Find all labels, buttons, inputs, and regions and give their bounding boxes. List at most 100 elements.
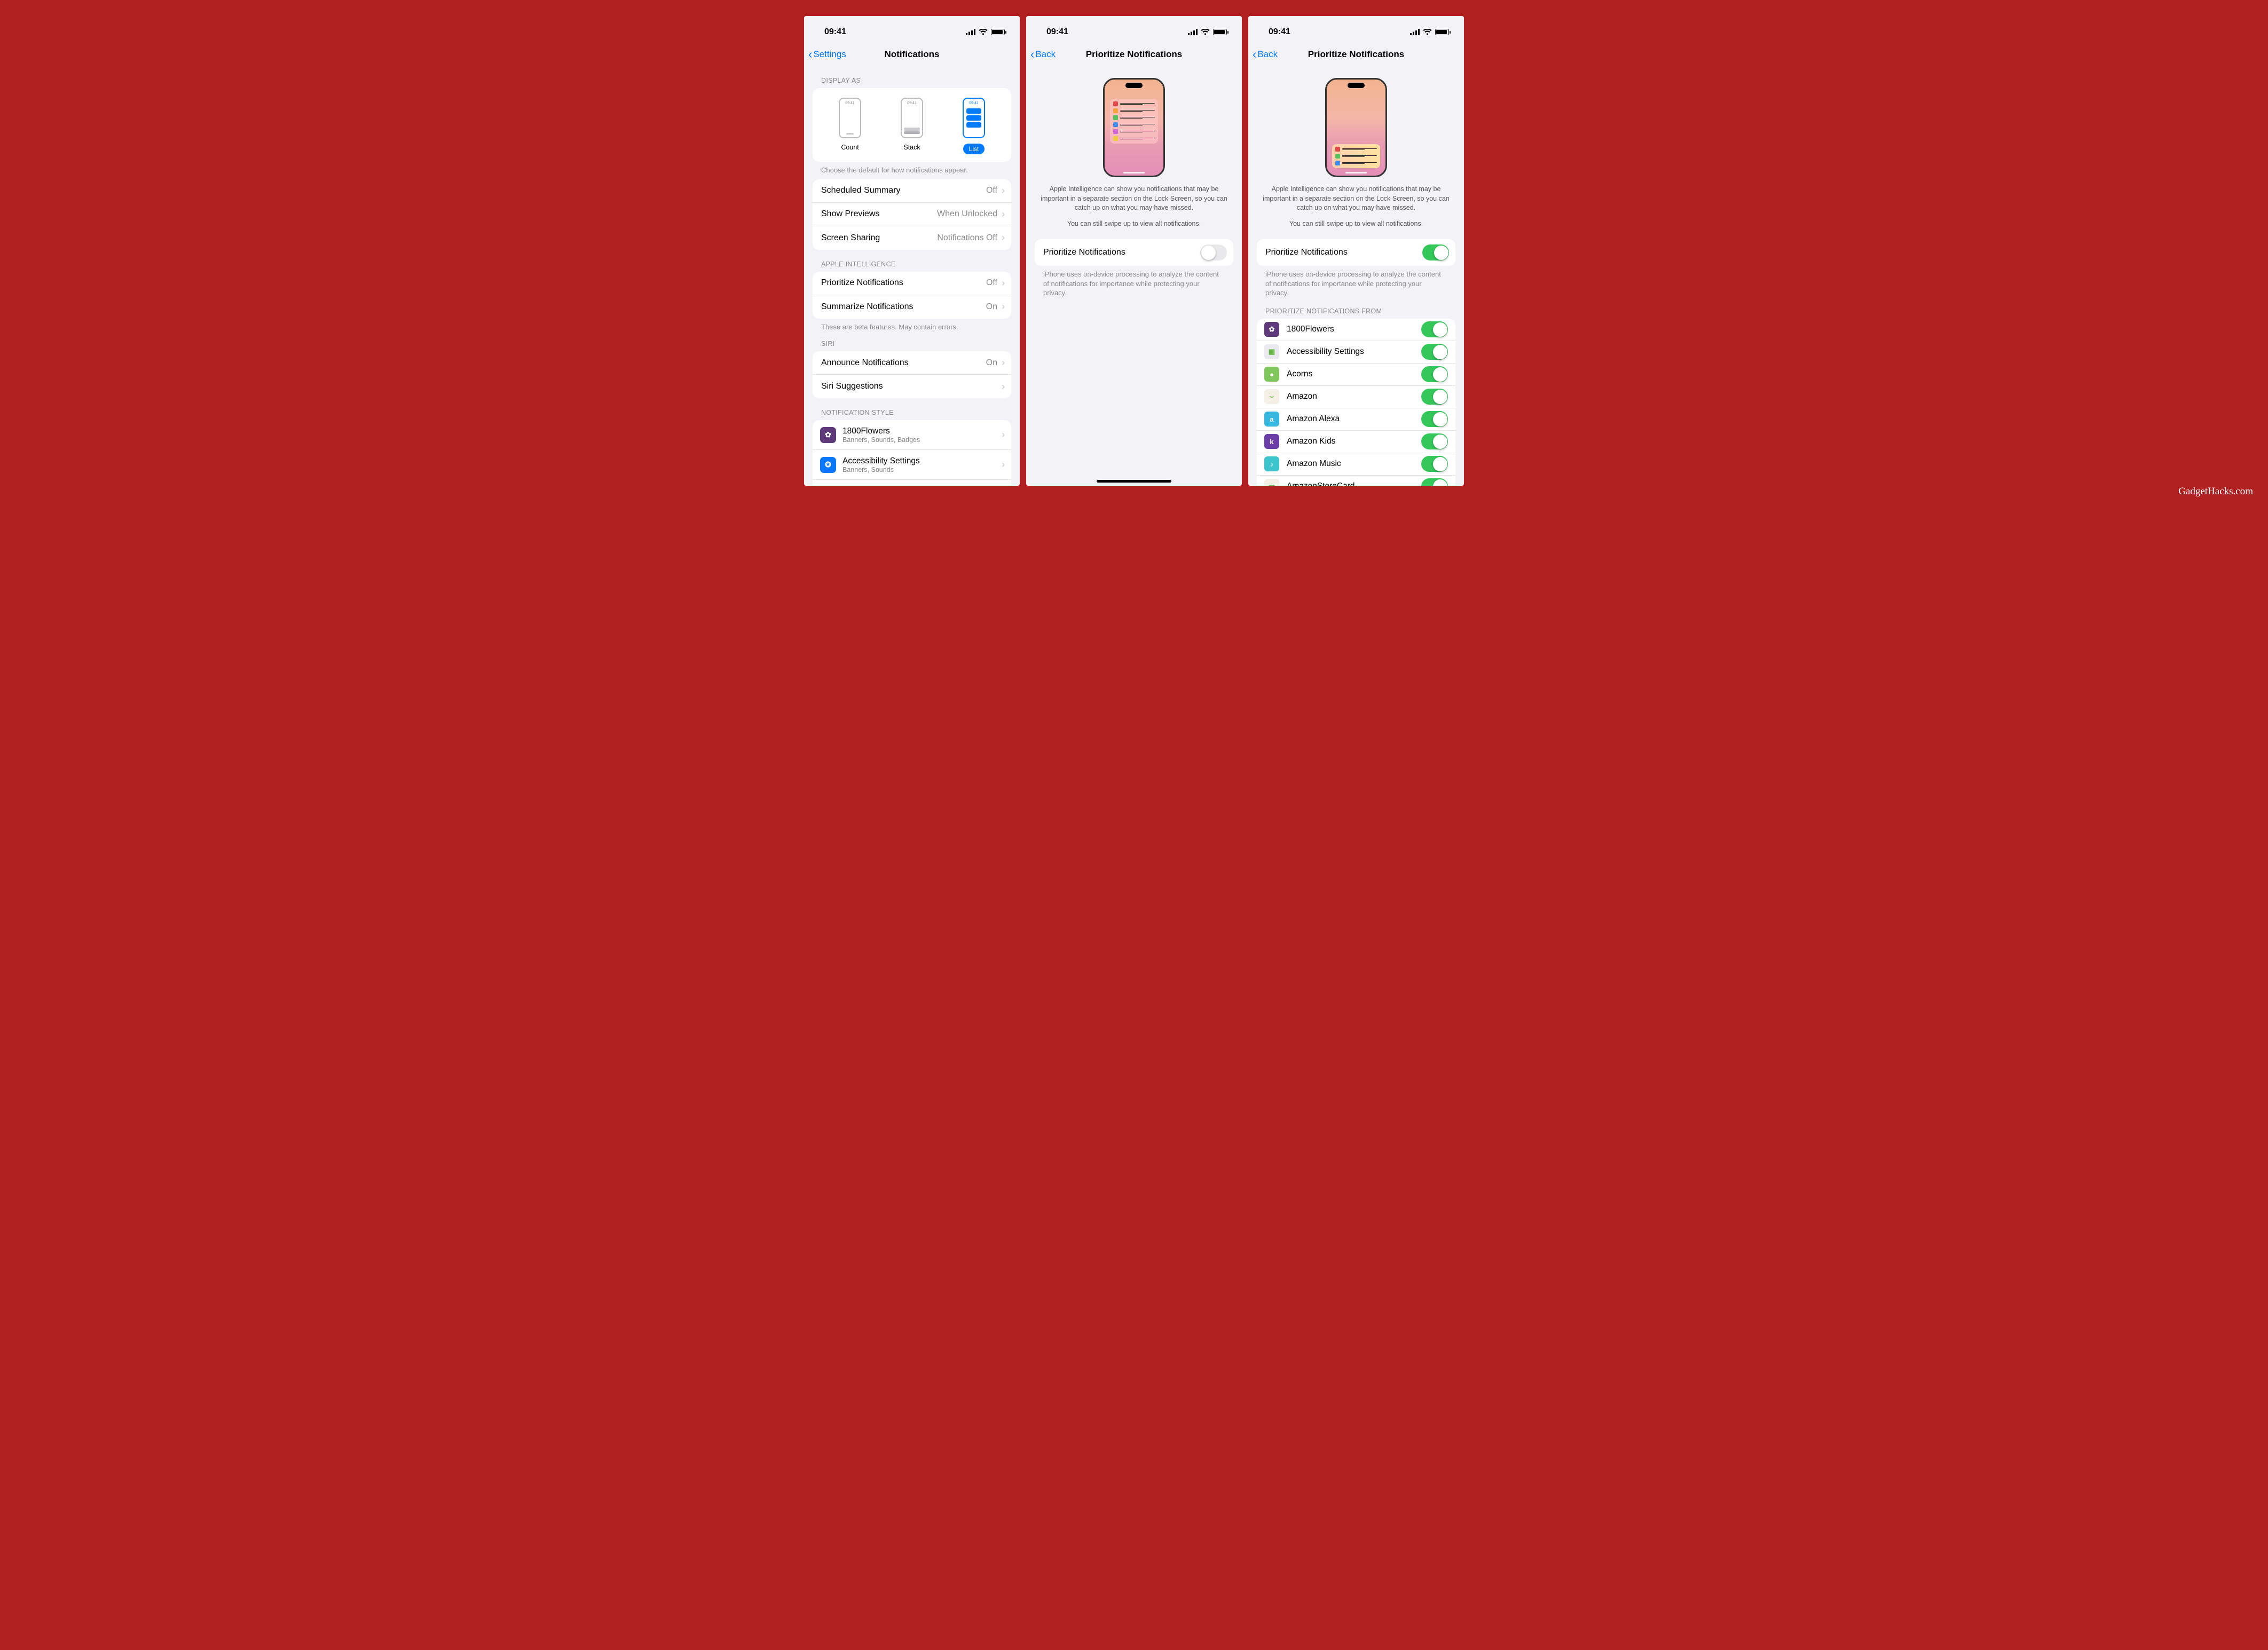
cellular-icon: [966, 29, 975, 35]
battery-icon: [1435, 29, 1449, 35]
app-toggle-row: ▭ AmazonStoreCard: [1257, 476, 1455, 486]
app-name: Amazon Alexa: [1287, 414, 1421, 424]
app-name: Acorns: [1287, 369, 1421, 379]
apps-list: ✿1800Flowers▦Accessibility Settings●Acor…: [1257, 319, 1455, 486]
row-announce-notifications[interactable]: Announce Notifications On ›: [813, 351, 1011, 375]
row-screen-sharing[interactable]: Screen Sharing Notifications Off ›: [813, 226, 1011, 250]
app-name: AmazonStoreCard: [1287, 481, 1421, 486]
mini-phone-count: 09:41: [839, 98, 861, 138]
app-name: Amazon Music: [1287, 459, 1421, 469]
nav-bar: ‹ Back Prioritize Notifications: [1026, 43, 1242, 66]
app-row-acorns[interactable]: ● Acorns ›: [813, 480, 1011, 486]
app-toggle[interactable]: [1421, 321, 1448, 337]
chevron-right-icon: ›: [1002, 232, 1005, 243]
app-icon: ♪: [1264, 456, 1279, 471]
display-option-count[interactable]: 09:41 Count: [839, 98, 861, 154]
row-siri-suggestions[interactable]: Siri Suggestions ›: [813, 375, 1011, 398]
watermark: GadgetHacks.com: [2178, 486, 2253, 498]
battery-icon: [1213, 29, 1227, 35]
app-icon: ✿: [820, 427, 836, 443]
summary-group: Scheduled Summary Off › Show Previews Wh…: [813, 179, 1011, 250]
row-prioritize-notifications[interactable]: Prioritize Notifications Off ›: [813, 272, 1011, 295]
content: DISPLAY AS 09:41 Count 09:41 Stack 09:41: [804, 66, 1020, 486]
display-as-card: 09:41 Count 09:41 Stack 09:41 List: [813, 88, 1011, 162]
display-as-footer: Choose the default for how notifications…: [813, 162, 1011, 177]
status-icons: [966, 29, 1005, 35]
option-label: Stack: [903, 144, 920, 151]
intro-illustration: [1103, 78, 1165, 177]
mini-phone-list: 09:41: [963, 98, 985, 138]
chevron-right-icon: ›: [1002, 185, 1005, 196]
status-bar: 09:41: [1248, 16, 1464, 43]
toggle-footer: iPhone uses on-device processing to anal…: [1035, 266, 1233, 300]
prioritize-toggle[interactable]: [1200, 244, 1227, 260]
chevron-right-icon: ›: [1002, 429, 1005, 440]
app-icon: k: [1264, 434, 1279, 449]
app-toggle-row: ▦Accessibility Settings: [1257, 341, 1455, 364]
chevron-left-icon: ‹: [1030, 48, 1034, 61]
intro-section: Apple Intelligence can show you notifica…: [1035, 66, 1233, 228]
row-summarize-notifications[interactable]: Summarize Notifications On ›: [813, 295, 1011, 319]
app-toggle-row: ⌣Amazon: [1257, 386, 1455, 408]
app-icon: ✪: [820, 457, 836, 473]
back-label: Settings: [813, 49, 846, 60]
row-show-previews[interactable]: Show Previews When Unlocked ›: [813, 203, 1011, 226]
chevron-right-icon: ›: [1002, 301, 1005, 312]
ai-group: Prioritize Notifications Off › Summarize…: [813, 272, 1011, 319]
app-row-accessibility[interactable]: ✪ Accessibility Settings Banners, Sounds…: [813, 450, 1011, 480]
back-label: Back: [1257, 49, 1278, 60]
status-icons: [1410, 29, 1449, 35]
app-toggle[interactable]: [1421, 456, 1448, 472]
status-time: 09:41: [824, 27, 846, 37]
prioritize-toggle[interactable]: [1422, 244, 1449, 260]
app-icon: a: [1264, 412, 1279, 427]
app-toggle[interactable]: [1421, 366, 1448, 382]
chevron-right-icon: ›: [1002, 278, 1005, 289]
app-name: Accessibility Settings: [1287, 347, 1421, 357]
status-icons: [1188, 29, 1227, 35]
app-icon: ⌣: [1264, 389, 1279, 404]
intro-section: Apple Intelligence can show you notifica…: [1257, 66, 1455, 228]
chevron-left-icon: ‹: [1253, 48, 1256, 61]
app-toggle[interactable]: [1421, 478, 1448, 486]
wifi-icon: [1201, 29, 1210, 35]
back-button[interactable]: ‹ Back: [1030, 48, 1056, 61]
intro-text-1: Apple Intelligence can show you notifica…: [1037, 185, 1231, 213]
option-label-selected: List: [963, 144, 985, 154]
page-title: Prioritize Notifications: [1026, 49, 1242, 60]
intro-illustration: [1325, 78, 1387, 177]
display-option-stack[interactable]: 09:41 Stack: [901, 98, 923, 154]
back-button[interactable]: ‹ Back: [1253, 48, 1278, 61]
app-icon: ✿: [1264, 322, 1279, 337]
screen-prioritize-on: 09:41 ‹ Back Prioritize Notifications Ap…: [1248, 16, 1464, 486]
app-toggle-row: k Amazon Kids: [1257, 431, 1455, 453]
battery-icon: [991, 29, 1005, 35]
app-name: Amazon Kids: [1287, 437, 1421, 446]
app-toggle-row: ●Acorns: [1257, 364, 1455, 386]
app-toggle[interactable]: [1421, 411, 1448, 427]
app-icon: ▭: [1264, 479, 1279, 486]
status-bar: 09:41: [1026, 16, 1242, 43]
status-bar: 09:41: [804, 16, 1020, 43]
nav-bar: ‹ Settings Notifications: [804, 43, 1020, 66]
back-button[interactable]: ‹ Settings: [808, 48, 846, 61]
row-scheduled-summary[interactable]: Scheduled Summary Off ›: [813, 179, 1011, 203]
app-row-1800flowers[interactable]: ✿ 1800Flowers Banners, Sounds, Badges ›: [813, 420, 1011, 450]
cellular-icon: [1410, 29, 1420, 35]
intro-text-2: You can still swipe up to view all notif…: [1259, 219, 1453, 229]
prioritize-toggle-card: Prioritize Notifications: [1035, 239, 1233, 266]
page-title: Prioritize Notifications: [1248, 49, 1464, 60]
row-prioritize-toggle: Prioritize Notifications: [1035, 239, 1233, 266]
intro-text-2: You can still swipe up to view all notif…: [1037, 219, 1231, 229]
app-toggle[interactable]: [1421, 389, 1448, 405]
chevron-right-icon: ›: [1002, 209, 1005, 220]
ai-footer: These are beta features. May contain err…: [813, 319, 1011, 334]
app-toggle[interactable]: [1421, 344, 1448, 360]
status-time: 09:41: [1269, 27, 1290, 37]
app-toggle[interactable]: [1421, 433, 1448, 449]
wifi-icon: [979, 29, 988, 35]
screen-prioritize-off: 09:41 ‹ Back Prioritize Notifications Ap…: [1026, 16, 1242, 486]
display-as-header: DISPLAY AS: [813, 66, 1011, 88]
home-indicator[interactable]: [1097, 480, 1171, 483]
display-option-list[interactable]: 09:41 List: [963, 98, 985, 154]
